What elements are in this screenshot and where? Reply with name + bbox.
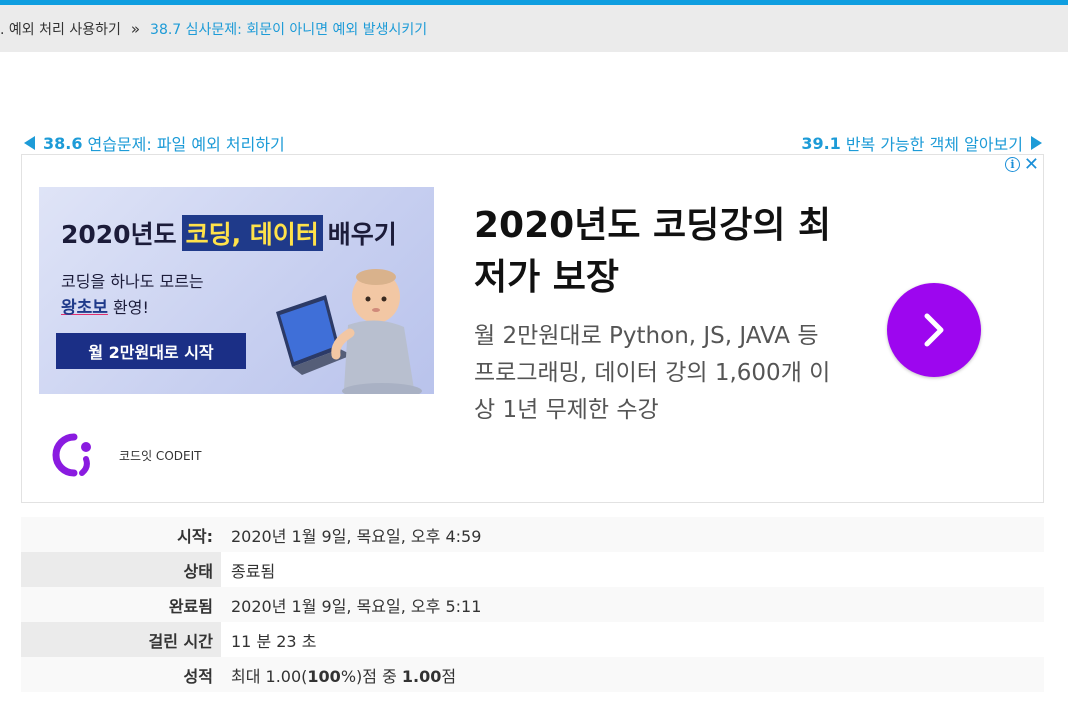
ad-cta-button[interactable] xyxy=(887,283,981,377)
next-page-link[interactable]: 39.1 반복 가능한 객체 알아보기 xyxy=(801,131,1042,155)
summary-value-start: 2020년 1월 9일, 목요일, 오후 4:59 xyxy=(231,526,482,546)
summary-value-duration: 11 분 23 초 xyxy=(231,631,317,651)
summary-label-start: 시작: xyxy=(177,526,213,546)
ad-banner-button[interactable]: 월 2만원대로 시작 xyxy=(56,333,246,369)
ad-controls: i ✕ xyxy=(1004,156,1039,174)
info-icon[interactable]: i xyxy=(1004,157,1020,172)
breadcrumb: . 예외 처리 사용하기 » 38.7 심사문제: 회문이 아니면 예외 발생시… xyxy=(0,5,1068,52)
ad-banner-title-highlight: 코딩, 데이터 xyxy=(181,215,323,251)
right-arrow-icon xyxy=(1031,136,1042,150)
breadcrumb-separator: » xyxy=(130,19,141,38)
close-icon[interactable]: ✕ xyxy=(1024,156,1039,174)
summary-label-completed: 완료됨 xyxy=(168,596,213,616)
table-row: 완료됨 2020년 1월 9일, 목요일, 오후 5:11 xyxy=(21,587,1044,622)
summary-label-grade: 성적 xyxy=(183,666,213,686)
previous-page-link[interactable]: 38.6 연습문제: 파일 예외 처리하기 xyxy=(24,131,285,155)
ad-banner-subtitle: 코딩을 하나도 모르는 왕초보 환영! xyxy=(61,269,204,321)
grade-pre-text: 최대 1.00( xyxy=(231,666,308,686)
left-arrow-icon xyxy=(24,136,35,150)
table-row: 성적 최대 1.00(100%)점 중 1.00점 xyxy=(21,657,1044,692)
codeit-logo-icon[interactable] xyxy=(52,433,92,477)
breadcrumb-current-link[interactable]: 38.7 심사문제: 회문이 아니면 예외 발생시키기 xyxy=(150,19,427,39)
table-row: 시작: 2020년 1월 9일, 목요일, 오후 4:59 xyxy=(21,517,1044,552)
next-page-label: 반복 가능한 객체 알아보기 xyxy=(845,135,1023,154)
summary-label-status: 상태 xyxy=(21,552,221,587)
breadcrumb-previous-link[interactable]: . 예외 처리 사용하기 xyxy=(0,19,121,39)
ad-banner-sub-line1: 코딩을 하나도 모르는 xyxy=(61,272,204,291)
grade-score: 1.00 xyxy=(401,666,442,686)
ad-banner-image[interactable]: 2020년도 코딩, 데이터 배우기 코딩을 하나도 모르는 왕초보 환영! 월… xyxy=(39,187,434,394)
attempt-summary-table: 시작: 2020년 1월 9일, 목요일, 오후 4:59 상태 종료됨 완료됨… xyxy=(21,517,1044,692)
grade-percent: 100 xyxy=(307,666,341,686)
ad-banner-title-post: 배우기 xyxy=(327,220,397,249)
previous-page-number: 38.6 xyxy=(43,133,83,153)
ad-banner-title: 2020년도 코딩, 데이터 배우기 xyxy=(61,215,397,251)
table-row: 걸린 시간 11 분 23 초 xyxy=(21,622,1044,657)
next-page-number: 39.1 xyxy=(801,133,841,153)
baby-with-laptop-illustration xyxy=(276,269,422,394)
ad-headline[interactable]: 2020년도 코딩강의 최저가 보장 xyxy=(474,200,854,304)
summary-value-grade: 최대 1.00(100%)점 중 1.00점 xyxy=(221,657,1044,692)
grade-mid-text: %)점 중 xyxy=(340,666,402,686)
advertisement[interactable]: i ✕ 2020년도 코딩, 데이터 배우기 코딩을 하나도 모르는 왕초보 환… xyxy=(21,154,1044,503)
ad-banner-sub-rest: 환영! xyxy=(107,298,149,317)
summary-value-status: 종료됨 xyxy=(231,561,276,581)
ad-banner-sub-strong: 왕초보 xyxy=(61,298,108,318)
grade-post-text: 점 xyxy=(441,666,457,686)
ad-advertiser-name[interactable]: 코드잇 CODEIT xyxy=(119,447,201,464)
previous-page-label: 연습문제: 파일 예외 처리하기 xyxy=(87,135,285,154)
summary-value-completed: 2020년 1월 9일, 목요일, 오후 5:11 xyxy=(231,596,482,616)
table-row: 상태 종료됨 xyxy=(21,552,1044,587)
ad-description[interactable]: 월 2만원대로 Python, JS, JAVA 등 프로그래밍, 데이터 강의… xyxy=(474,318,834,429)
ad-banner-title-pre: 2020년도 xyxy=(61,220,177,249)
summary-label-duration: 걸린 시간 xyxy=(21,622,221,657)
chevron-right-icon xyxy=(924,313,944,347)
